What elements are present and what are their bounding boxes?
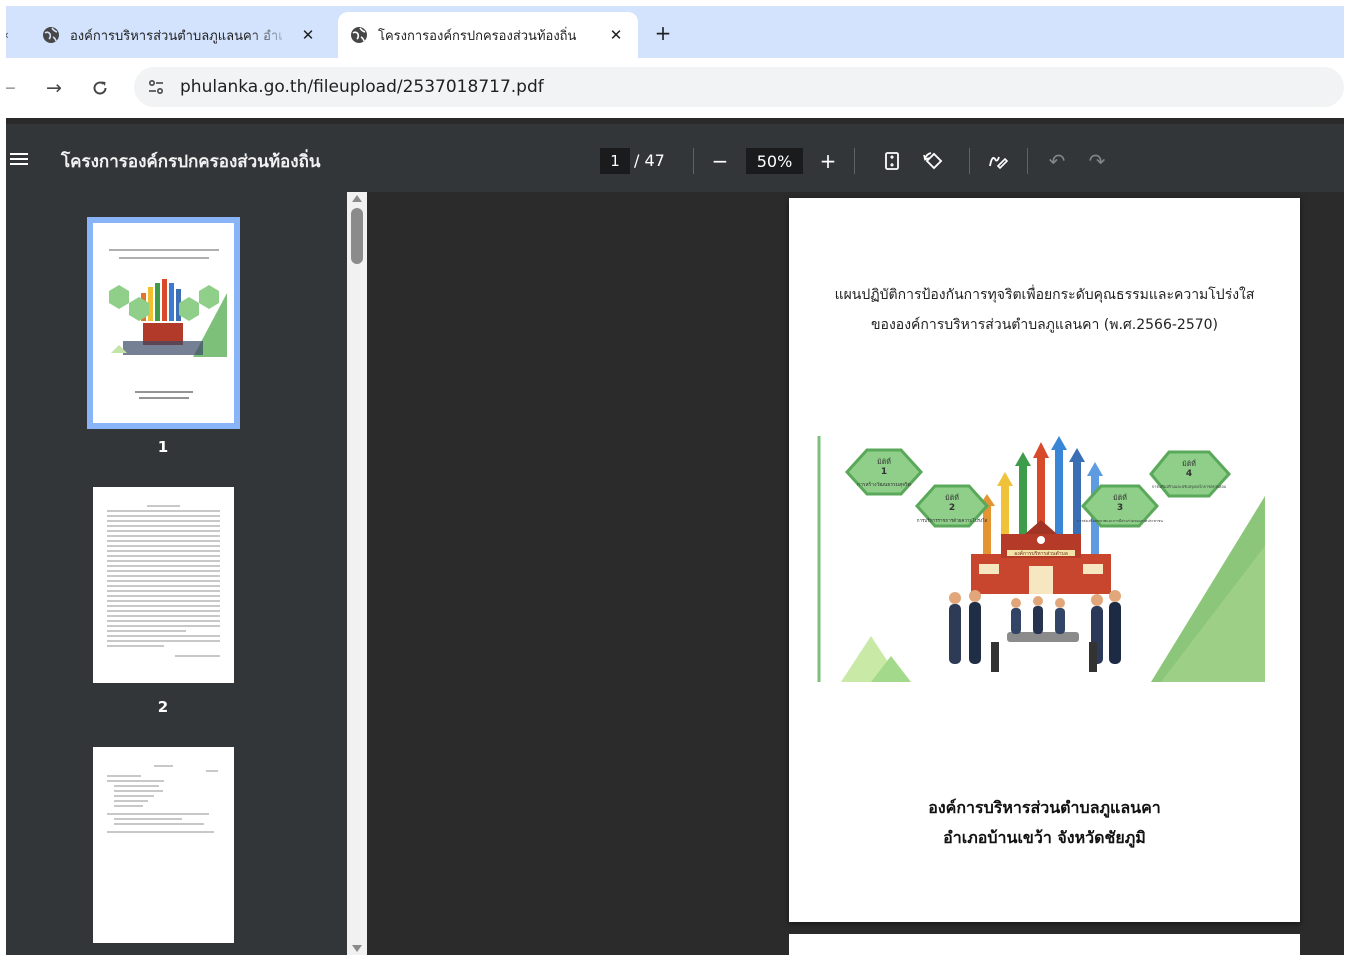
svg-text:มิติที่: มิติที่ <box>1113 493 1127 502</box>
scrollbar-thumb[interactable] <box>351 208 363 264</box>
page-title-line-1: แผนปฏิบัติการป้องกันการทุจริตเพื่อยกระดั… <box>834 287 1255 303</box>
globe-icon <box>351 27 367 43</box>
svg-text:4: 4 <box>1186 469 1192 479</box>
thumbnail-number: 1 <box>157 438 169 456</box>
annotate-pen-icon[interactable] <box>983 146 1013 176</box>
thumbnail-page-3[interactable] <box>93 747 234 943</box>
divider <box>1027 148 1028 174</box>
pdf-viewer: แผนปฏิบัติการป้องกันการทุจริตเพื่อยกระดั… <box>367 192 1344 955</box>
tab-phulanka-home[interactable]: องค์การบริหารส่วนตำบลภูแลนคา อำเ ✕ <box>30 12 330 58</box>
close-tab-icon[interactable]: ✕ <box>602 21 630 49</box>
divider <box>854 148 855 174</box>
page-total: / 47 <box>634 151 665 170</box>
pdf-title: โครงการองค์กรปกครองส่วนท้องถิ่น <box>61 152 321 172</box>
rotate-icon[interactable] <box>918 146 948 176</box>
thumbnail-number: 2 <box>157 698 169 716</box>
tab-title: โครงการองค์กรปกครองส่วนท้องถิ่น <box>378 28 577 44</box>
organization-location: อำเภอบ้านเขว้า จังหวัดชัยภูมิ <box>943 828 1146 847</box>
svg-text:มิติที่: มิติที่ <box>877 457 891 466</box>
close-tab-icon[interactable]: ✕ <box>294 21 322 49</box>
thumbnail-cover-preview <box>103 249 227 399</box>
scroll-down-arrow-icon[interactable] <box>352 945 362 952</box>
new-tab-button[interactable]: + <box>650 20 676 46</box>
redo-icon[interactable]: ↷ <box>1082 146 1112 176</box>
svg-text:การบริหารราชการด้วยความโปร่งใส: การบริหารราชการด้วยความโปร่งใส <box>917 517 988 524</box>
page-number-input[interactable]: 1 <box>600 148 630 174</box>
thumbnail-text-lines <box>107 505 220 660</box>
menu-icon[interactable] <box>8 150 30 168</box>
undo-icon[interactable]: ↶ <box>1042 146 1072 176</box>
pdf-toolbar: โครงการองค์กรปกครองส่วนท้องถิ่น 1 / 47 −… <box>6 118 1344 192</box>
pdf-page-2 <box>789 934 1300 955</box>
svg-text:มิติที่: มิติที่ <box>945 493 959 502</box>
reload-icon[interactable] <box>88 76 112 100</box>
tab-strip: ‹ องค์การบริหารส่วนตำบลภูแลนคา อำเ ✕ โคร… <box>6 6 1344 58</box>
tab-pdf-document[interactable]: โครงการองค์กรปกครองส่วนท้องถิ่น ✕ <box>338 12 638 58</box>
address-bar[interactable]: phulanka.go.th/fileupload/2537018717.pdf <box>134 67 1344 107</box>
pdf-page-1: แผนปฏิบัติการป้องกันการทุจริตเพื่อยกระดั… <box>789 198 1300 922</box>
tab-overflow-chevron[interactable]: ‹ <box>6 28 9 42</box>
url-text: phulanka.go.th/fileupload/2537018717.pdf <box>180 77 544 97</box>
divider <box>693 148 694 174</box>
browser-window: ‹ องค์การบริหารส่วนตำบลภูแลนคา อำเ ✕ โคร… <box>6 6 1344 955</box>
globe-icon <box>43 27 59 43</box>
thumbnail-text-lines <box>107 765 220 836</box>
zoom-in-icon[interactable]: + <box>813 146 843 176</box>
svg-text:การส่งเสริมบทบาทและการมีส่วนร่: การส่งเสริมบทบาทและการมีส่วนร่วมของภาคปร… <box>1077 518 1163 523</box>
zoom-level-input[interactable]: 50% <box>746 148 803 174</box>
back-arrow-icon[interactable]: ← <box>6 76 20 100</box>
page-title-line-2: ขององค์การบริหารส่วนตำบลภูแลนคา (พ.ศ.256… <box>870 317 1219 333</box>
thumbnail-sidebar: 1 2 <box>6 192 347 955</box>
divider <box>969 148 970 174</box>
tab-title: องค์การบริหารส่วนตำบลภูแลนคา อำเ <box>70 28 283 44</box>
forward-arrow-icon[interactable]: → <box>42 76 66 100</box>
fit-to-page-icon[interactable] <box>877 146 907 176</box>
svg-text:3: 3 <box>1117 503 1123 513</box>
zoom-out-icon[interactable]: − <box>705 146 735 176</box>
sidebar-scrollbar[interactable] <box>347 192 367 955</box>
scroll-up-arrow-icon[interactable] <box>352 195 362 202</box>
thumbnail-page-1[interactable] <box>87 217 240 429</box>
thumbnail-page-2[interactable] <box>93 487 234 683</box>
svg-text:การสร้างวัฒนธรรมสุจริต: การสร้างวัฒนธรรมสุจริต <box>857 481 911 488</box>
site-settings-icon[interactable] <box>142 73 170 101</box>
browser-toolbar: ← → phulanka.go.th/fileupload/2537018717… <box>6 58 1344 118</box>
svg-text:1: 1 <box>881 467 887 477</box>
building-sign: องค์การบริหารส่วนตำบล <box>1014 550 1068 557</box>
svg-text:2: 2 <box>949 503 955 513</box>
svg-text:มิติที่: มิติที่ <box>1182 459 1196 468</box>
cover-illustration: องค์การบริหารส่วนตำบล มิติที่ 1 การสร้าง… <box>801 436 1265 682</box>
organization-name: องค์การบริหารส่วนตำบลภูแลนคา <box>928 798 1161 817</box>
